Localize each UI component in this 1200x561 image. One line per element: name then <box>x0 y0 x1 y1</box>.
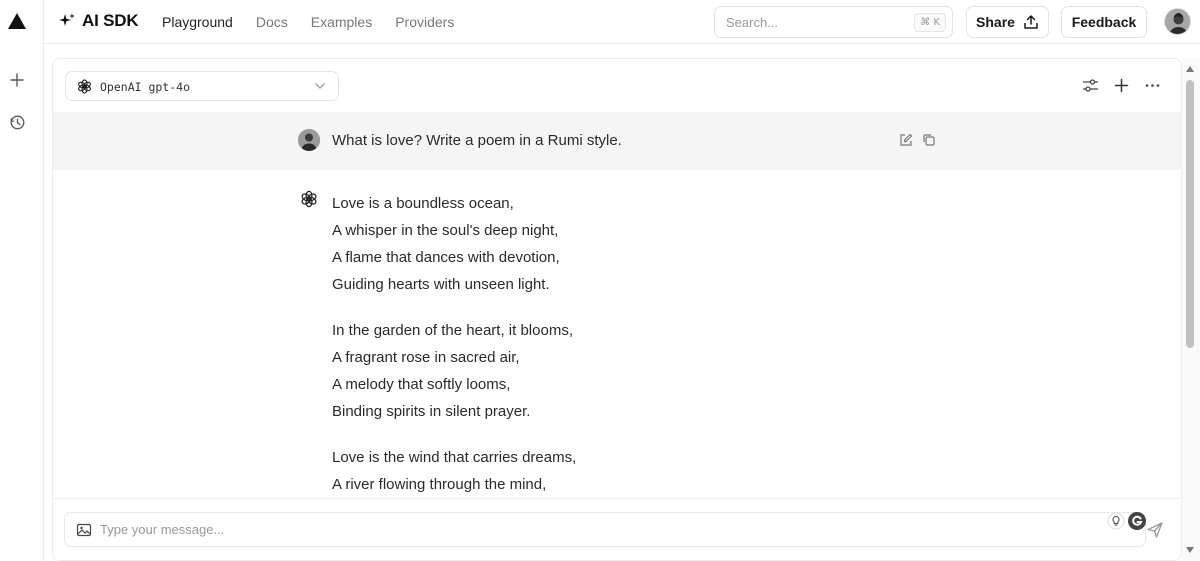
send-icon[interactable] <box>1146 521 1164 539</box>
search-shortcut: ⌘ K <box>914 13 946 32</box>
message-input[interactable] <box>100 522 1000 537</box>
poem-line: A melody that softly looms, <box>332 376 511 393</box>
toolbar <box>1082 77 1161 94</box>
page-scrollbar[interactable] <box>1182 58 1200 561</box>
sliders-icon[interactable] <box>1082 77 1099 94</box>
user-avatar[interactable] <box>1164 8 1191 35</box>
nav-examples[interactable]: Examples <box>311 14 372 30</box>
upload-icon <box>1024 15 1038 29</box>
model-selector[interactable]: OpenAI gpt-4o <box>65 71 339 101</box>
user-message-avatar <box>298 129 320 151</box>
nav-providers[interactable]: Providers <box>395 14 454 30</box>
left-rail <box>0 0 44 561</box>
bulb-icon[interactable] <box>1107 512 1125 530</box>
top-navbar: AI SDK Playground Docs Examples Provider… <box>44 0 1200 44</box>
triangle-logo-icon[interactable] <box>7 11 27 31</box>
openai-icon <box>301 190 317 208</box>
search-input[interactable] <box>726 15 906 30</box>
poem-line: A river flowing through the mind, <box>332 476 547 493</box>
message-composer[interactable] <box>64 512 1146 547</box>
share-label: Share <box>976 14 1015 30</box>
extension-icons <box>1107 511 1147 531</box>
history-icon[interactable] <box>6 111 28 133</box>
share-button[interactable]: Share <box>966 6 1049 38</box>
openai-icon <box>78 79 91 94</box>
scroll-up-arrow[interactable] <box>1186 66 1194 72</box>
poem-stanza: Love is the wind that carries dreams, A … <box>332 444 932 498</box>
poem-line: Love is the wind that carries dreams, <box>332 449 577 466</box>
nav-playground[interactable]: Playground <box>162 14 233 30</box>
model-label: OpenAI gpt-4o <box>100 80 191 94</box>
brand[interactable]: AI SDK <box>58 11 139 31</box>
poem-line: Guiding hearts with unseen light. <box>332 276 550 293</box>
poem-line: A whisper in the soul's deep night, <box>332 222 559 239</box>
new-chat-plus-icon[interactable] <box>6 69 28 91</box>
poem-stanza: In the garden of the heart, it blooms, A… <box>332 317 932 425</box>
image-icon[interactable] <box>76 522 92 538</box>
add-icon[interactable] <box>1113 77 1130 94</box>
grammar-icon[interactable] <box>1127 511 1147 531</box>
nav-docs[interactable]: Docs <box>256 14 288 30</box>
playground-panel: OpenAI gpt-4o What is love? Write a poem… <box>52 58 1182 561</box>
poem-line: A flame that dances with devotion, <box>332 249 560 266</box>
poem-line: Love is a boundless ocean, <box>332 195 514 212</box>
poem-line: In the garden of the heart, it blooms, <box>332 322 573 339</box>
message-actions <box>899 133 936 147</box>
assistant-poem: Love is a boundless ocean, A whisper in … <box>332 190 932 517</box>
chevron-down-icon <box>315 83 325 89</box>
brand-name: AI SDK <box>82 11 139 30</box>
poem-line: Binding spirits in silent prayer. <box>332 403 531 420</box>
poem-line: A fragrant rose in sacred air, <box>332 349 520 366</box>
edit-icon[interactable] <box>899 133 913 147</box>
user-message-text: What is love? Write a poem in a Rumi sty… <box>332 132 622 149</box>
feedback-button[interactable]: Feedback <box>1061 6 1147 38</box>
main-nav: Playground Docs Examples Providers <box>162 14 477 30</box>
more-icon[interactable] <box>1144 77 1161 94</box>
poem-stanza: Love is a boundless ocean, A whisper in … <box>332 190 932 298</box>
copy-icon[interactable] <box>922 133 936 147</box>
user-message-row: What is love? Write a poem in a Rumi sty… <box>53 112 1181 170</box>
scroll-down-arrow[interactable] <box>1186 547 1194 553</box>
search-box[interactable]: ⌘ K <box>714 6 953 38</box>
sparkle-icon <box>59 13 75 26</box>
scroll-thumb[interactable] <box>1186 80 1194 348</box>
